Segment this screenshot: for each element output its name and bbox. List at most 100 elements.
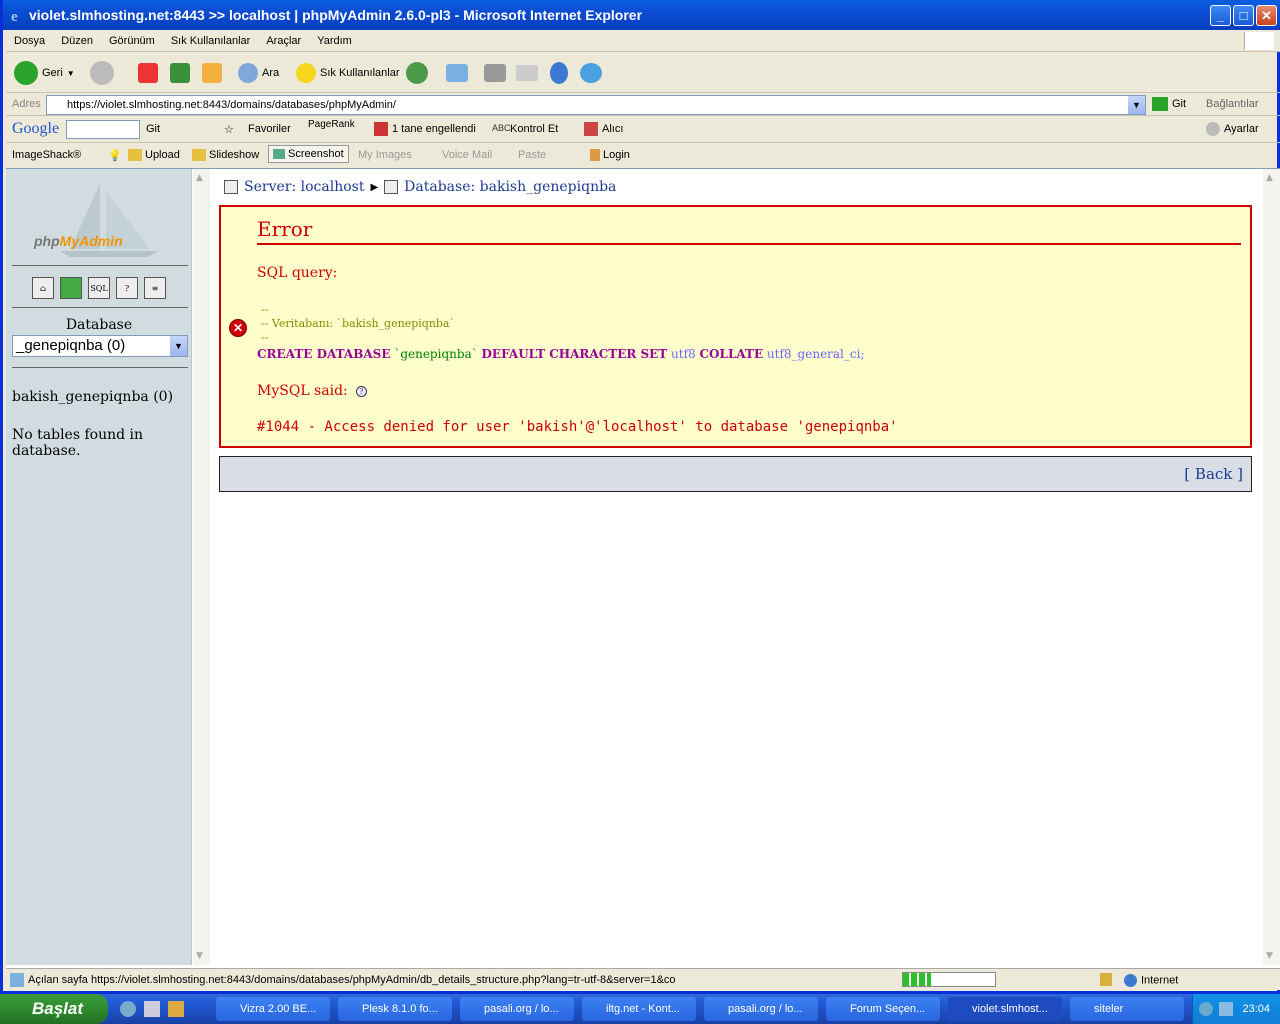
task-button[interactable]: siteler (1070, 997, 1184, 1021)
messenger-tray-icon[interactable] (1219, 1002, 1233, 1016)
menu-help[interactable]: Yardım (309, 30, 360, 52)
back-link[interactable]: [ Back ] (1184, 465, 1243, 483)
settings-icon (1206, 122, 1220, 136)
settings-button[interactable]: Ayarlar (1224, 123, 1259, 135)
taskbar: Başlat Vizra 2.00 BE... Plesk 8.1.0 fo..… (0, 994, 1280, 1024)
my-images-button[interactable]: My Images (358, 149, 412, 161)
spellcheck-button[interactable]: Kontrol Et (510, 123, 558, 135)
progress-fill (903, 973, 931, 986)
contacts-button[interactable] (580, 59, 602, 87)
task-button-active[interactable]: violet.slmhost... (948, 997, 1062, 1021)
main-frame-scrollbar[interactable]: ▲ ▼ (1263, 169, 1280, 965)
menu-favorites[interactable]: Sık Kullanılanlar (163, 30, 259, 52)
close-button[interactable]: ✕ (1256, 5, 1277, 26)
slideshow-button[interactable]: Slideshow (192, 149, 259, 162)
task-button[interactable]: pasali.org / lo... (460, 997, 574, 1021)
upload-button[interactable]: Upload (128, 149, 180, 162)
mail-button[interactable] (446, 59, 468, 87)
database-select[interactable]: _genepiqnba (0) ▼ (12, 335, 188, 357)
ie-quicklaunch-icon[interactable] (120, 1001, 136, 1017)
tray-arrow-icon[interactable] (1199, 1002, 1213, 1016)
menu-file[interactable]: Dosya (6, 30, 53, 52)
left-frame-scrollbar[interactable]: ▲ ▼ (193, 169, 210, 965)
address-bar: Adres https://violet.slmhosting.net:8443… (6, 94, 1280, 116)
imageshack-menu[interactable]: ImageShack® (12, 149, 81, 161)
go-button[interactable]: Git (1152, 97, 1186, 111)
documentation-icon[interactable]: ≡ (144, 277, 166, 299)
task-button[interactable]: iltg.net - Kont... (582, 997, 696, 1021)
voice-mail-button[interactable]: Voice Mail (442, 149, 492, 161)
error-icon: ✕ (229, 319, 247, 337)
window-title: violet.slmhosting.net:8443 >> localhost … (29, 7, 643, 23)
error-message: #1044 - Access denied for user 'bakish'@… (257, 419, 898, 435)
phpmyadmin-logo[interactable]: phpMyAdmin (34, 233, 123, 249)
bulb-icon[interactable]: 💡 (108, 149, 122, 162)
quicklaunch-icon[interactable] (168, 1001, 184, 1017)
home-icon[interactable]: ⌂ (32, 277, 54, 299)
error-title: Error (257, 217, 1241, 245)
menu-view[interactable]: Görünüm (101, 30, 163, 52)
send-icon (584, 122, 598, 136)
go-arrow-icon (1152, 97, 1168, 111)
history-button[interactable] (406, 59, 428, 87)
lock-icon (1100, 973, 1112, 986)
popup-blocker-icon (374, 122, 388, 136)
contacts-icon (580, 63, 602, 83)
divider (12, 265, 188, 266)
google-search-input[interactable] (66, 120, 140, 139)
error-box: Error SQL query: ✕ -- -- Veritabanı: `ba… (219, 205, 1252, 448)
minimize-button[interactable]: _ (1210, 5, 1231, 26)
screenshot-button[interactable]: Screenshot (268, 145, 349, 163)
back-button[interactable]: Geri ▼ (14, 59, 75, 87)
stop-button[interactable] (138, 59, 158, 87)
database-link[interactable]: Database: bakish_genepiqnba (404, 179, 616, 195)
desktop-quicklaunch-icon[interactable] (144, 1001, 160, 1017)
pagerank-indicator: PageRank (308, 119, 355, 130)
menu-tools[interactable]: Araçlar (258, 30, 309, 52)
help-icon[interactable]: ? (355, 385, 367, 397)
search-button[interactable]: Ara (238, 59, 279, 87)
arrow-right-icon: ▶ (370, 181, 379, 193)
refresh-button[interactable] (170, 59, 190, 87)
status-bar: Açılan sayfa https://violet.slmhosting.n… (6, 968, 1280, 990)
paste-button[interactable]: Paste (518, 149, 546, 161)
mysql-said-label: MySQL said:? (257, 383, 367, 399)
links-button[interactable]: Bağlantılar (1206, 98, 1259, 110)
home-button[interactable] (202, 59, 222, 87)
task-button[interactable]: pasali.org / lo... (704, 997, 818, 1021)
standard-toolbar: Geri ▼ Ara Sık Kullanılanlar (6, 53, 1280, 93)
address-dropdown-icon[interactable]: ▼ (1128, 96, 1145, 114)
task-button[interactable]: Plesk 8.1.0 fo... (338, 997, 452, 1021)
popup-blocker-button[interactable]: 1 tane engellendi (392, 123, 476, 135)
status-text: Açılan sayfa https://violet.slmhosting.n… (28, 974, 676, 986)
slideshow-icon (192, 149, 206, 162)
forward-button[interactable] (90, 59, 114, 87)
task-button[interactable]: Vizra 2.00 BE... (216, 997, 330, 1021)
google-favorites-button[interactable]: Favoriler (248, 123, 291, 135)
maximize-button[interactable]: □ (1233, 5, 1254, 26)
clock: 23:04 (1242, 1003, 1270, 1015)
exit-icon[interactable] (60, 277, 82, 299)
system-tray: 23:04 (1192, 994, 1280, 1024)
messenger-button[interactable] (550, 59, 568, 87)
menu-edit[interactable]: Düzen (53, 30, 101, 52)
browser-window: e violet.slmhosting.net:8443 >> localhos… (0, 0, 1280, 994)
database-link[interactable]: bakish_genepiqnba (0) (12, 389, 173, 405)
address-input[interactable]: https://violet.slmhosting.net:8443/domai… (46, 95, 1146, 115)
sql-query-icon[interactable]: SQL (88, 277, 110, 299)
google-go-button[interactable]: Git (146, 123, 160, 135)
login-button[interactable]: Login (590, 149, 630, 162)
sql-comment: -- Veritabanı: `bakish_genepiqnba` (261, 317, 455, 330)
help-icon[interactable]: ? (116, 277, 138, 299)
start-button[interactable]: Başlat (0, 994, 108, 1024)
edit-button[interactable] (516, 59, 538, 87)
messenger-icon (550, 62, 568, 84)
send-button[interactable]: Alıcı (602, 123, 623, 135)
server-link[interactable]: Server: localhost (244, 179, 364, 195)
favorites-button[interactable]: Sık Kullanılanlar (296, 59, 400, 87)
camera-icon (273, 149, 285, 160)
print-button[interactable] (484, 59, 506, 87)
address-label: Adres (12, 98, 41, 110)
task-button[interactable]: Forum Seçen... (826, 997, 940, 1021)
favorites-star-icon: ☆ (224, 124, 234, 136)
